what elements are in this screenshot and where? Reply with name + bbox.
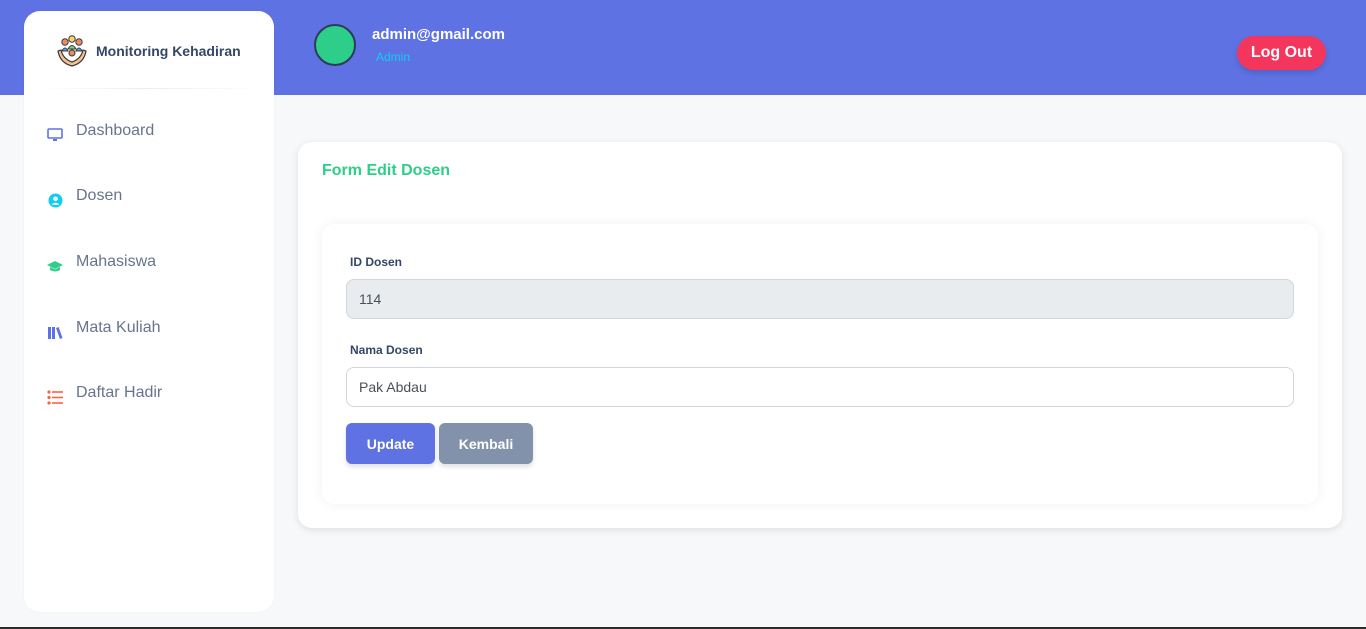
logout-button[interactable]: Log Out	[1237, 36, 1326, 70]
page-title: Form Edit Dosen	[322, 162, 451, 179]
brand[interactable]: Monitoring Kehadiran	[54, 33, 241, 69]
sidebar-divider	[40, 88, 258, 89]
form-container: ID Dosen Nama Dosen Update Kembali	[322, 224, 1318, 504]
nama-dosen-label: Nama Dosen	[350, 343, 423, 357]
sidebar-item-label: Dosen	[76, 187, 123, 204]
sidebar-item-dashboard[interactable]: Dashboard	[46, 114, 256, 148]
sidebar-item-label: Dashboard	[76, 122, 155, 139]
sidebar-item-label: Daftar Hadir	[76, 384, 163, 401]
user-email: admin@gmail.com	[372, 26, 505, 43]
sidebar-item-mata-kuliah[interactable]: Mata Kuliah	[46, 311, 256, 345]
edit-form-card: Form Edit Dosen ID Dosen Nama Dosen Upda…	[298, 142, 1342, 528]
id-dosen-field	[346, 279, 1294, 319]
user-circle-icon	[46, 191, 64, 209]
back-button[interactable]: Kembali	[439, 423, 533, 464]
sidebar: Monitoring Kehadiran Dashboard Dosen Mah…	[24, 11, 274, 612]
sidebar-item-label: Mahasiswa	[76, 253, 157, 270]
monitor-icon	[46, 126, 64, 144]
sidebar-item-label: Mata Kuliah	[76, 319, 161, 336]
avatar[interactable]	[314, 24, 356, 66]
list-icon	[46, 388, 64, 406]
user-role: Admin	[376, 50, 411, 64]
hands-people-icon	[57, 35, 87, 67]
id-dosen-label: ID Dosen	[350, 255, 403, 269]
brand-name: Monitoring Kehadiran	[96, 43, 241, 59]
sidebar-item-dosen[interactable]: Dosen	[46, 179, 256, 213]
update-button[interactable]: Update	[346, 423, 435, 464]
graduation-cap-icon	[46, 257, 64, 275]
sidebar-item-daftar-hadir[interactable]: Daftar Hadir	[46, 376, 256, 410]
nama-dosen-field[interactable]	[346, 367, 1294, 407]
books-icon	[46, 323, 64, 341]
sidebar-item-mahasiswa[interactable]: Mahasiswa	[46, 245, 256, 279]
